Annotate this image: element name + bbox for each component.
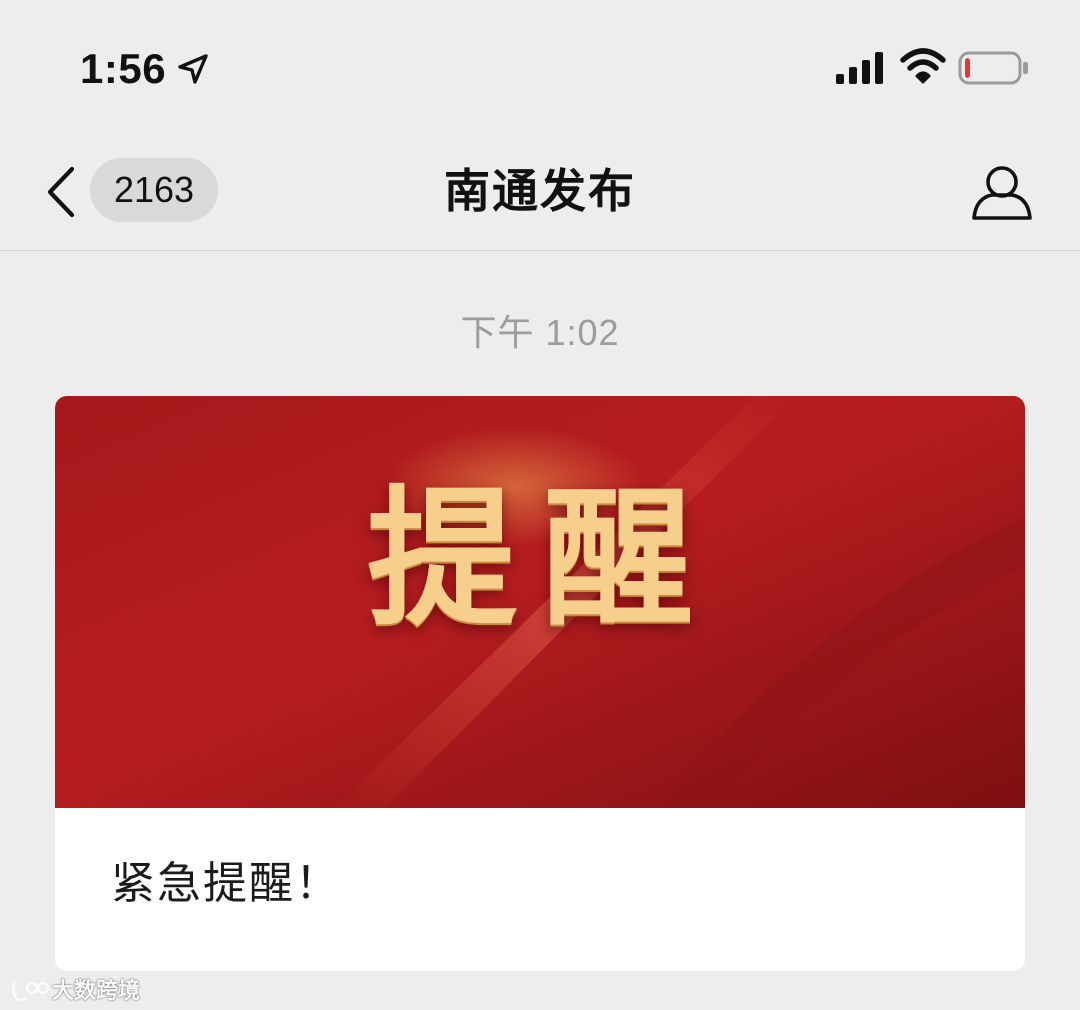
cellular-signal-icon [836, 52, 883, 84]
unread-count-badge: 2163 [90, 158, 218, 222]
person-icon[interactable] [970, 164, 1034, 220]
wifi-icon [900, 48, 946, 84]
status-time: 1:56 [80, 45, 167, 92]
article-card[interactable]: 提 醒 紧急提醒！ [55, 396, 1025, 971]
battery-low-icon [958, 51, 1028, 85]
article-title: 紧急提醒！ [111, 858, 341, 909]
chevron-left-icon [47, 166, 75, 218]
article-cover-image: 提 醒 [55, 396, 1025, 808]
cover-headline-char: 提 [367, 471, 518, 647]
nav-bar: 2163 南通发布 [0, 130, 1080, 251]
status-bar: 1:56 [0, 0, 1080, 130]
cover-headline-char: 醒 [543, 471, 694, 647]
back-button[interactable]: 2163 [40, 158, 230, 228]
location-arrow-icon [178, 54, 208, 84]
cover-headline: 提 醒 [55, 396, 1025, 808]
message-timestamp: 下午 1:02 [460, 312, 620, 353]
watermark-logo-icon [12, 981, 50, 1002]
watermark-text: 大数跨境 [52, 978, 141, 1003]
